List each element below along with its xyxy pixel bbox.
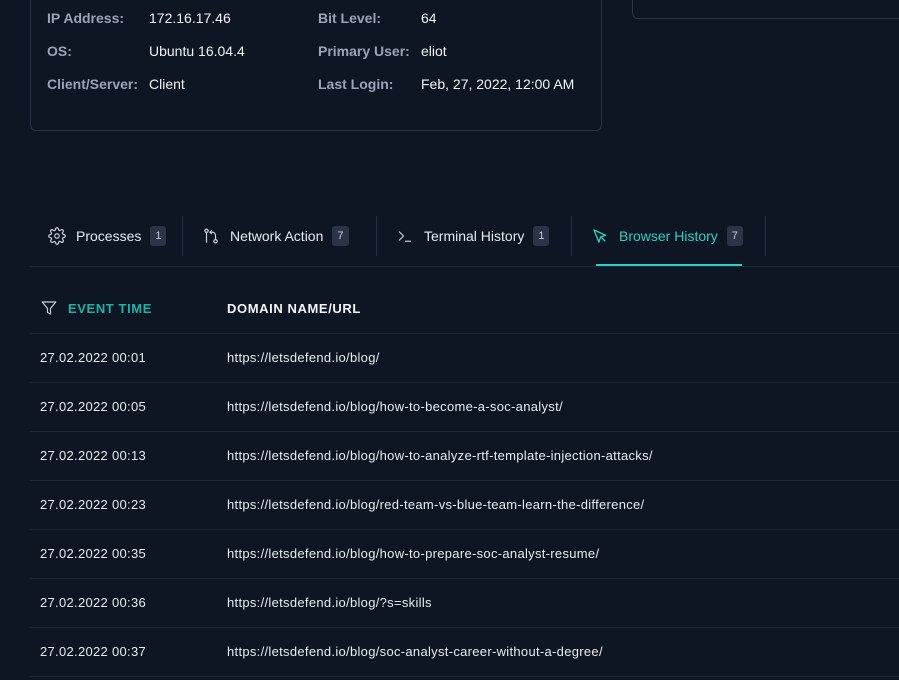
tab-terminal-history-count: 1 — [533, 226, 550, 246]
table-row[interactable]: 27.02.2022 00:36 https://letsdefend.io/b… — [30, 579, 899, 628]
url-cell: https://letsdefend.io/blog/how-to-analyz… — [227, 448, 653, 463]
git-branch-icon — [202, 227, 220, 245]
event-time-cell: 27.02.2022 00:13 — [40, 448, 147, 463]
activity-tabs: Processes 1 Network Action 7 Terminal Hi… — [30, 208, 899, 267]
table-row[interactable]: 27.02.2022 00:37 https://letsdefend.io/b… — [30, 628, 899, 677]
tab-network-action-count: 7 — [332, 226, 349, 246]
table-row[interactable]: 27.02.2022 00:13 https://letsdefend.io/b… — [30, 432, 899, 481]
tab-network-action[interactable]: Network Action 7 — [202, 216, 349, 256]
tab-terminal-history-label: Terminal History — [424, 228, 525, 244]
filter-icon[interactable] — [40, 299, 58, 317]
tab-terminal-history[interactable]: Terminal History 1 — [396, 216, 550, 256]
terminal-icon — [396, 227, 414, 245]
client-server-label: Client/Server: — [47, 76, 139, 92]
tab-divider — [182, 216, 183, 256]
host-info-card: IP Address: 172.16.17.46 OS: Ubuntu 16.0… — [30, 0, 602, 131]
table-row[interactable]: 27.02.2022 00:35 https://letsdefend.io/b… — [30, 530, 899, 579]
url-cell: https://letsdefend.io/blog/?s=skills — [227, 595, 432, 610]
tab-browser-history-count: 7 — [726, 226, 743, 246]
client-server-value: Client — [149, 76, 185, 92]
tab-processes-count: 1 — [150, 226, 167, 246]
primary-user-label: Primary User: — [318, 43, 410, 59]
side-panel-card — [632, 0, 899, 19]
bit-level-label: Bit Level: — [318, 10, 382, 26]
event-time-cell: 27.02.2022 00:36 — [40, 595, 147, 610]
event-time-cell: 27.02.2022 00:35 — [40, 546, 147, 561]
last-login-label: Last Login: — [318, 76, 394, 92]
event-time-cell: 27.02.2022 00:23 — [40, 497, 147, 512]
tab-divider — [571, 216, 572, 256]
last-login-value: Feb, 27, 2022, 12:00 AM — [421, 76, 575, 92]
tab-browser-history-label: Browser History — [619, 228, 718, 244]
ip-value: 172.16.17.46 — [149, 10, 231, 26]
tab-processes[interactable]: Processes 1 — [48, 216, 167, 256]
event-time-cell: 27.02.2022 00:37 — [40, 644, 147, 659]
tab-browser-history[interactable]: Browser History 7 — [591, 216, 743, 256]
tab-processes-label: Processes — [76, 228, 142, 244]
primary-user-value: eliot — [421, 43, 447, 59]
url-cell: https://letsdefend.io/blog/soc-analyst-c… — [227, 644, 603, 659]
table-row[interactable]: 27.02.2022 00:23 https://letsdefend.io/b… — [30, 481, 899, 530]
ip-label: IP Address: — [47, 10, 125, 26]
tab-divider — [376, 216, 377, 256]
cursor-icon — [591, 227, 609, 245]
url-cell: https://letsdefend.io/blog/how-to-become… — [227, 399, 563, 414]
os-label: OS: — [47, 43, 72, 59]
table-header: EVENT TIME DOMAIN NAME/URL — [30, 284, 899, 334]
event-time-cell: 27.02.2022 00:01 — [40, 350, 147, 365]
tab-divider — [765, 216, 766, 256]
endpoint-detail-page: IP Address: 172.16.17.46 OS: Ubuntu 16.0… — [0, 0, 899, 680]
url-cell: https://letsdefend.io/blog/red-team-vs-b… — [227, 497, 645, 512]
table-row[interactable]: 27.02.2022 00:01 https://letsdefend.io/b… — [30, 334, 899, 383]
table-row[interactable]: 27.02.2022 00:05 https://letsdefend.io/b… — [30, 383, 899, 432]
event-time-header[interactable]: EVENT TIME — [68, 301, 152, 316]
active-tab-indicator — [596, 264, 742, 266]
bit-level-value: 64 — [421, 10, 437, 26]
tab-network-action-label: Network Action — [230, 228, 324, 244]
url-cell: https://letsdefend.io/blog/how-to-prepar… — [227, 546, 600, 561]
os-value: Ubuntu 16.04.4 — [149, 43, 245, 59]
browser-history-table: EVENT TIME DOMAIN NAME/URL 27.02.2022 00… — [30, 284, 899, 677]
domain-header: DOMAIN NAME/URL — [227, 301, 361, 316]
url-cell: https://letsdefend.io/blog/ — [227, 350, 380, 365]
event-time-cell: 27.02.2022 00:05 — [40, 399, 147, 414]
gear-icon — [48, 227, 66, 245]
